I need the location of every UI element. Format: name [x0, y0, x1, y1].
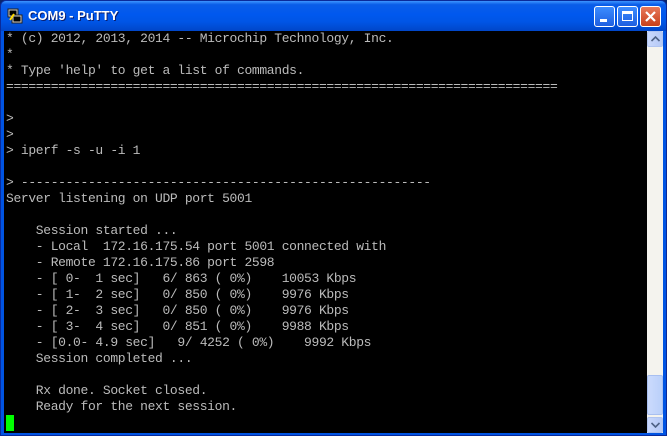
- minimize-icon: [600, 19, 607, 22]
- terminal-line: > iperf -s -u -i 1: [6, 143, 141, 158]
- terminal-line: Session started ...: [6, 223, 178, 238]
- terminal-line: * Type 'help' to get a list of commands.: [6, 63, 305, 78]
- close-button[interactable]: [640, 6, 661, 27]
- terminal-line: - [ 2- 3 sec] 0/ 850 ( 0%) 9976 Kbps: [6, 303, 349, 318]
- scrollbar-thumb[interactable]: [647, 375, 663, 415]
- minimize-button[interactable]: [594, 6, 615, 27]
- close-icon: [645, 11, 656, 22]
- scroll-down-button[interactable]: [647, 417, 663, 433]
- terminal-line: > --------------------------------------…: [6, 175, 431, 190]
- terminal-line: *: [6, 47, 14, 62]
- terminal-line: Server listening on UDP port 5001: [6, 191, 252, 206]
- terminal-line: - [0.0- 4.9 sec] 9/ 4252 ( 0%) 9992 Kbps: [6, 335, 372, 350]
- terminal-line: - [ 3- 4 sec] 0/ 851 ( 0%) 9988 Kbps: [6, 319, 349, 334]
- maximize-icon: [622, 11, 633, 21]
- terminal-line: Ready for the next session.: [6, 399, 238, 414]
- putty-app-icon[interactable]: [7, 8, 23, 24]
- terminal-cursor: [6, 415, 14, 431]
- terminal-frame: * (c) 2012, 2013, 2014 -- Microchip Tech…: [4, 31, 663, 433]
- terminal-line: >: [6, 111, 14, 126]
- title-bar[interactable]: COM9 - PuTTY: [1, 1, 666, 31]
- scroll-up-button[interactable]: [647, 31, 663, 47]
- terminal-line: - [ 0- 1 sec] 6/ 863 ( 0%) 10053 Kbps: [6, 271, 357, 286]
- terminal-output[interactable]: * (c) 2012, 2013, 2014 -- Microchip Tech…: [4, 31, 647, 433]
- terminal-line: - Remote 172.16.175.86 port 2598: [6, 255, 275, 270]
- terminal-line: * (c) 2012, 2013, 2014 -- Microchip Tech…: [6, 31, 394, 46]
- terminal-line: ========================================…: [6, 79, 558, 94]
- terminal-line: Session completed ...: [6, 351, 193, 366]
- terminal-line: - Local 172.16.175.54 port 5001 connecte…: [6, 239, 387, 254]
- terminal-line: - [ 1- 2 sec] 0/ 850 ( 0%) 9976 Kbps: [6, 287, 349, 302]
- chevron-up-icon: [651, 36, 660, 42]
- window-title: COM9 - PuTTY: [28, 8, 119, 23]
- chevron-down-icon: [651, 422, 660, 428]
- maximize-button[interactable]: [617, 6, 638, 27]
- putty-window: COM9 - PuTTY * (c) 2012, 2013, 2014 -- M…: [0, 0, 667, 436]
- terminal-line: >: [6, 127, 14, 142]
- vertical-scrollbar[interactable]: [647, 31, 663, 433]
- terminal-line: Rx done. Socket closed.: [6, 383, 208, 398]
